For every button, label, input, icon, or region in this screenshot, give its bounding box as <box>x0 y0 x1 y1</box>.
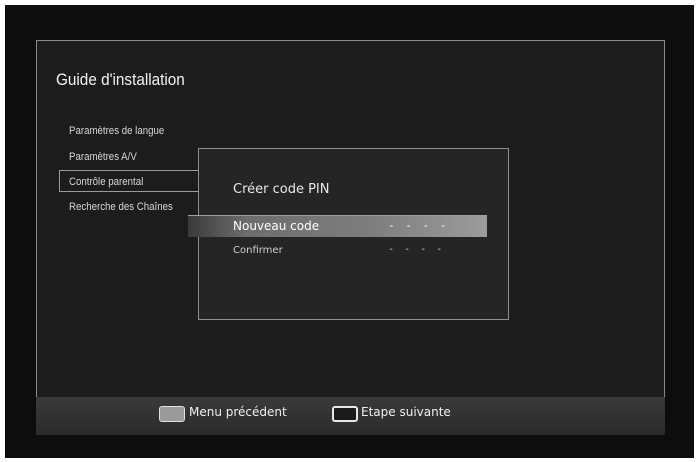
dialog-title: Créer code PIN <box>233 182 330 197</box>
menu-item-channel-search[interactable]: Recherche des Chaînes <box>69 201 173 213</box>
next-label[interactable]: Etape suivante <box>361 405 451 419</box>
menu-item-parental-control[interactable]: Contrôle parental <box>69 176 143 188</box>
menu-item-language[interactable]: Paramètres de langue <box>69 125 164 137</box>
black-key-icon[interactable] <box>332 406 358 422</box>
confirm-code-label: Confirmer <box>233 245 283 256</box>
new-code-input[interactable]: - - - - <box>388 219 448 232</box>
grey-key-icon[interactable] <box>159 406 185 422</box>
confirm-code-input[interactable]: - - - - <box>388 244 444 255</box>
back-label[interactable]: Menu précédent <box>189 405 287 419</box>
new-code-label: Nouveau code <box>233 219 320 233</box>
page-title: Guide d'installation <box>56 70 185 89</box>
menu-item-av-settings[interactable]: Paramètres A/V <box>69 151 137 163</box>
